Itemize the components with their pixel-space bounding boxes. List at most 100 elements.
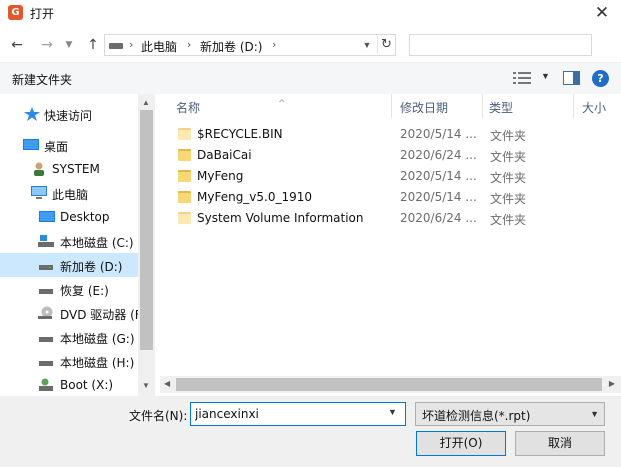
file-date: 2020/6/24 ... [400,211,477,225]
file-type: 文件夹 [490,171,527,185]
scroll-down-icon[interactable]: ▼ [142,381,150,390]
file-name: DaBaiCai [197,148,252,162]
nav-item-label: 新加卷 (D:) [60,260,123,274]
navigation-bar: ← → ▼ ↑ › 此电脑 › 新加卷 (D:) › ▼ ↻ [0,30,621,60]
view-details-icon[interactable] [513,72,531,85]
column-header-name[interactable]: ^ 名称 [160,94,391,118]
file-row[interactable]: System Volume Information 2020/6/24 ... … [160,208,621,229]
chevron-right-icon[interactable]: › [129,38,133,51]
drive-icon [39,337,53,342]
nav-item-drive-h[interactable]: 本地磁盘 (H:) [0,349,138,373]
file-type: 文件夹 [490,213,527,227]
back-arrow-icon[interactable]: ← [8,36,26,54]
system-drive-icon [38,235,54,247]
folder-icon [178,170,191,182]
recent-locations-chevron-icon[interactable]: ▼ [60,36,78,54]
nav-item-label: DVD 驱动器 (F [60,308,142,322]
nav-item-label: 本地磁盘 (H:) [60,356,135,370]
column-header-type[interactable]: 类型 [483,94,573,118]
chevron-right-icon[interactable]: › [272,38,276,51]
file-date: 2020/5/14 ... [400,190,477,204]
nav-item-drive-e[interactable]: 恢复 (E:) [0,277,138,301]
user-icon [34,162,44,176]
file-list-horizontal-scrollbar[interactable]: ◀ ▶ [160,376,621,393]
drive-icon [39,289,53,294]
toolbar: 新建文件夹 ▼ ? [0,62,621,94]
nav-item-system[interactable]: SYSTEM [0,157,138,181]
refresh-icon[interactable]: ↻ [377,36,395,54]
file-type: 文件夹 [490,129,527,143]
nav-item-this-pc[interactable]: 此电脑 [0,181,138,205]
navigation-pane: 快速访问 桌面 SYSTEM 此电脑 Desktop 本地磁盘 (C:) 新加卷… [0,94,155,396]
scrollbar-thumb[interactable] [176,378,602,391]
file-row[interactable]: MyFeng_v5.0_1910 2020/5/14 ... 文件夹 [160,187,621,208]
desktop-icon [23,139,39,150]
scrollbar-thumb[interactable] [140,110,153,350]
search-input[interactable] [409,34,592,56]
nav-item-label: 本地磁盘 (G:) [60,332,135,346]
preview-pane-icon[interactable] [563,71,580,85]
filename-input[interactable] [190,402,406,426]
file-date: 2020/6/24 ... [400,148,477,162]
filename-label: 文件名(N): [129,409,188,423]
up-arrow-icon[interactable]: ↑ [84,36,102,54]
file-name: MyFeng_v5.0_1910 [197,190,313,204]
file-row[interactable]: DaBaiCai 2020/6/24 ... 文件夹 [160,145,621,166]
file-row[interactable]: MyFeng 2020/5/14 ... 文件夹 [160,166,621,187]
nav-item-label: 桌面 [44,140,69,154]
sort-ascending-icon: ^ [278,99,286,109]
nav-item-desktop[interactable]: 桌面 [0,133,138,157]
scroll-up-icon[interactable]: ▲ [142,98,150,107]
drive-icon [39,265,53,270]
nav-item-desktop-folder[interactable]: Desktop [0,205,138,229]
nav-item-drive-d[interactable]: 新加卷 (D:) [0,253,138,277]
file-date: 2020/5/14 ... [400,169,477,183]
nav-item-label: SYSTEM [52,162,100,176]
new-folder-button[interactable]: 新建文件夹 [12,71,72,88]
chevron-down-icon: ▼ [590,409,599,419]
close-button[interactable]: ✕ [591,2,613,24]
nav-item-label: 本地磁盘 (C:) [60,236,134,250]
file-name: MyFeng [197,169,244,183]
title-bar: G 打开 ✕ [0,0,621,26]
help-icon[interactable]: ? [592,70,609,87]
cancel-button[interactable]: 取消 [515,431,605,456]
open-button[interactable]: 打开(O) [416,431,506,456]
window-title: 打开 [30,7,55,21]
nav-item-drive-x[interactable]: Boot (X:) [0,373,138,396]
desktop-icon [39,211,55,222]
file-name: System Volume Information [197,211,364,225]
forward-arrow-icon[interactable]: → [38,36,56,54]
folder-icon [178,191,191,203]
folder-icon [178,149,191,161]
nav-item-label: Desktop [60,210,110,224]
filename-dropdown-icon[interactable]: ▼ [388,407,397,417]
address-bar[interactable]: › 此电脑 › 新加卷 (D:) › ▼ ↻ [104,34,396,56]
file-type: 文件夹 [490,150,527,164]
filetype-select[interactable]: 坏道检测信息(*.rpt) ▼ [415,402,605,426]
address-dropdown-icon[interactable]: ▼ [359,37,375,53]
breadcrumb-this-pc[interactable]: 此电脑 [141,38,177,55]
app-icon: G [8,5,23,20]
nav-item-drive-c[interactable]: 本地磁盘 (C:) [0,229,138,253]
nav-item-dvd-f[interactable]: DVD 驱动器 (F [0,301,142,325]
nav-item-label: 快速访问 [44,109,93,123]
nav-item-quick-access[interactable]: 快速访问 [0,102,138,126]
nav-pane-scrollbar[interactable]: ▲ ▼ [138,94,155,396]
nav-item-drive-g[interactable]: 本地磁盘 (G:) [0,325,138,349]
nav-item-label: Boot (X:) [60,378,114,392]
star-icon [24,107,40,121]
drive-icon [109,43,123,49]
column-header-date[interactable]: 修改日期 [392,94,482,118]
file-type: 文件夹 [490,192,527,206]
scroll-left-icon[interactable]: ◀ [164,379,170,388]
nav-item-label: 恢复 (E:) [60,284,109,298]
file-list: ^ 名称 修改日期 类型 大小 $RECYCLE.BIN 2020/5/14 .… [160,94,621,396]
column-header-size[interactable]: 大小 [574,94,621,118]
breadcrumb-drive-d[interactable]: 新加卷 (D:) [200,38,262,55]
chevron-right-icon[interactable]: › [187,38,191,51]
scroll-right-icon[interactable]: ▶ [609,379,615,388]
view-dropdown-icon[interactable]: ▼ [541,71,550,81]
folder-icon [178,212,191,224]
file-row[interactable]: $RECYCLE.BIN 2020/5/14 ... 文件夹 [160,124,621,145]
